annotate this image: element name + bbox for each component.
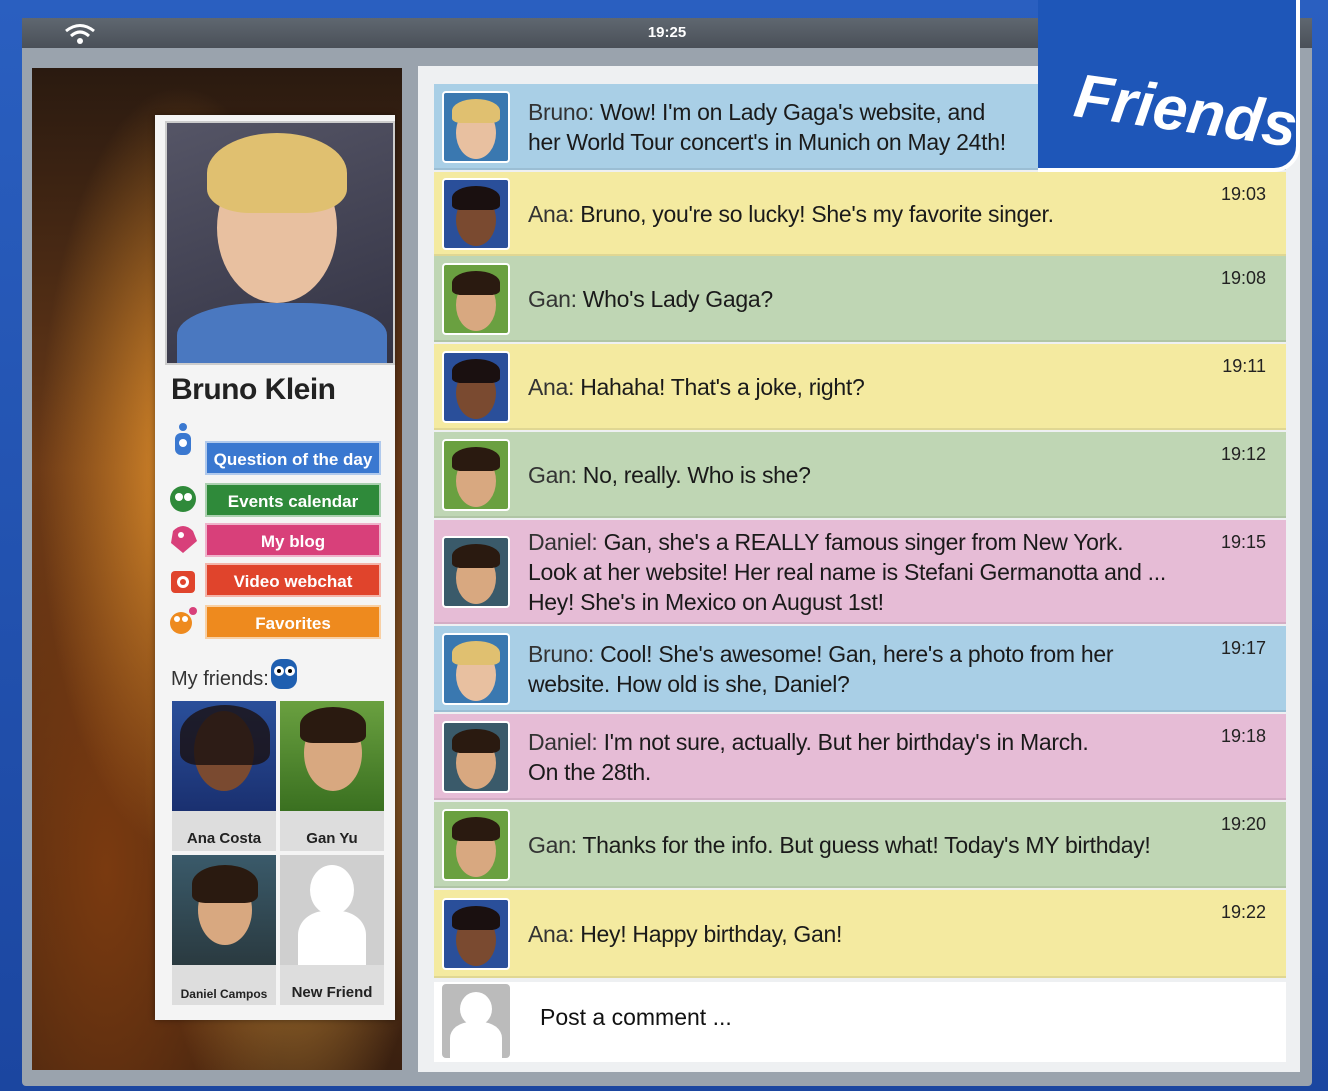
- message-author: Bruno:: [528, 641, 601, 667]
- chat-message: Daniel: I'm not sure, actually. But her …: [434, 714, 1286, 800]
- message-timestamp: 19:11: [1222, 356, 1266, 376]
- monster-green-icon: [170, 486, 196, 512]
- message-line: Hey! Happy birthday, Gan!: [580, 921, 843, 947]
- message-line: Who's Lady Gaga?: [582, 286, 773, 312]
- friends-label: My friends:: [171, 668, 269, 690]
- monster-orange-icon: [170, 607, 197, 634]
- message-line: Bruno, you're so lucky! She's my favorit…: [580, 201, 1054, 227]
- chat-message: Gan: Who's Lady Gaga? 19:08: [434, 256, 1286, 342]
- message-text: Ana: Hey! Happy birthday, Gan!: [528, 919, 842, 949]
- message-line: No, really. Who is she?: [582, 462, 811, 488]
- message-avatar[interactable]: [442, 263, 510, 335]
- message-avatar[interactable]: [442, 536, 510, 608]
- monster-friends-icon: [271, 659, 297, 689]
- placeholder-avatar-icon: [442, 984, 510, 1062]
- message-text: Bruno: Wow! I'm on Lady Gaga's website, …: [528, 97, 1006, 157]
- message-author: Ana:: [528, 921, 581, 947]
- message-text: Gan: Thanks for the info. But guess what…: [528, 830, 1151, 860]
- message-avatar[interactable]: [442, 721, 510, 793]
- message-line: website. How old is she, Daniel?: [528, 671, 850, 697]
- friend-name: Gan Yu: [306, 830, 358, 847]
- friend-name: Daniel Campos: [180, 987, 268, 1001]
- message-text: Gan: Who's Lady Gaga?: [528, 284, 773, 314]
- message-avatar[interactable]: [442, 178, 510, 250]
- message-line: Cool! She's awesome! Gan, here's a photo…: [600, 641, 1114, 667]
- chat-message: Gan: Thanks for the info. But guess what…: [434, 802, 1286, 888]
- message-author: Ana:: [528, 374, 581, 400]
- message-timestamp: 19:15: [1220, 532, 1266, 552]
- monster-blue-icon: [175, 423, 191, 455]
- placeholder-avatar-icon: [280, 855, 384, 965]
- message-text: Daniel: I'm not sure, actually. But her …: [528, 727, 1089, 787]
- message-line: On the 28th.: [528, 759, 651, 785]
- message-avatar[interactable]: [442, 633, 510, 705]
- message-timestamp: 19:08: [1220, 268, 1266, 288]
- profile-name: Bruno Klein: [171, 373, 336, 406]
- chat-message: Ana: Hahaha! That's a joke, right? 19:11: [434, 344, 1286, 430]
- message-author: Gan:: [528, 832, 583, 858]
- message-author: Daniel:: [528, 729, 604, 755]
- message-timestamp: 19:12: [1220, 444, 1266, 464]
- menu-my-blog[interactable]: My blog: [205, 523, 381, 557]
- menu-events-calendar[interactable]: Events calendar: [205, 483, 381, 517]
- menu-question-of-the-day[interactable]: Question of the day: [205, 441, 381, 475]
- friend-tile-gan[interactable]: Gan Yu: [280, 701, 384, 851]
- chat-message: Ana: Hey! Happy birthday, Gan! 19:22: [434, 890, 1286, 978]
- menu-video-webchat[interactable]: Video webchat: [205, 563, 381, 597]
- message-line: Look at her website! Her real name is St…: [528, 559, 1166, 585]
- message-timestamp: 19:20: [1220, 814, 1266, 834]
- message-text: Bruno: Cool! She's awesome! Gan, here's …: [528, 639, 1114, 699]
- message-line: I'm not sure, actually. But her birthday…: [603, 729, 1089, 755]
- friend-name: New Friend: [291, 984, 373, 1001]
- friend-tile-daniel[interactable]: Daniel Campos: [172, 855, 276, 1005]
- message-line: her World Tour concert's in Munich on Ma…: [528, 129, 1006, 155]
- message-avatar[interactable]: [442, 898, 510, 970]
- message-text: Gan: No, really. Who is she?: [528, 460, 811, 490]
- message-author: Daniel:: [528, 529, 604, 555]
- message-avatar[interactable]: [442, 351, 510, 423]
- message-text: Daniel: Gan, she's a REALLY famous singe…: [528, 527, 1166, 617]
- message-line: Wow! I'm on Lady Gaga's website, and: [600, 99, 985, 125]
- message-timestamp: 19:03: [1220, 184, 1266, 204]
- message-line: Gan, she's a REALLY famous singer from N…: [603, 529, 1124, 555]
- message-avatar[interactable]: [442, 809, 510, 881]
- message-line: Hahaha! That's a joke, right?: [580, 374, 865, 400]
- post-comment-input[interactable]: Post a comment ...: [540, 1004, 732, 1031]
- message-author: Ana:: [528, 201, 581, 227]
- message-timestamp: 19:17: [1220, 638, 1266, 658]
- message-line: Thanks for the info. But guess what! Tod…: [582, 832, 1151, 858]
- friends-logo: Friends: [1038, 0, 1302, 172]
- profile-photo: [165, 121, 395, 365]
- friend-photo: [172, 855, 276, 965]
- menu-favorites[interactable]: Favorites: [205, 605, 381, 639]
- monster-pink-icon: [171, 526, 197, 553]
- monster-red-icon: [171, 571, 195, 593]
- chat-message: Bruno: Cool! She's awesome! Gan, here's …: [434, 626, 1286, 712]
- chat-panel: Bruno: Wow! I'm on Lady Gaga's website, …: [418, 66, 1300, 1072]
- message-avatar[interactable]: [442, 439, 510, 511]
- message-author: Gan:: [528, 462, 583, 488]
- chat-message: Daniel: Gan, she's a REALLY famous singe…: [434, 520, 1286, 624]
- message-line: Hey! She's in Mexico on August 1st!: [528, 589, 884, 615]
- friend-photo: [172, 701, 276, 811]
- message-timestamp: 19:18: [1220, 726, 1266, 746]
- message-author: Gan:: [528, 286, 583, 312]
- chat-message: Gan: No, really. Who is she? 19:12: [434, 432, 1286, 518]
- friend-tile-new-friend[interactable]: New Friend: [280, 855, 384, 1005]
- friend-photo: [280, 701, 384, 811]
- post-comment-area[interactable]: Post a comment ...: [434, 982, 1286, 1062]
- message-text: Ana: Bruno, you're so lucky! She's my fa…: [528, 199, 1054, 229]
- chat-message: Ana: Bruno, you're so lucky! She's my fa…: [434, 172, 1286, 256]
- friend-name: Ana Costa: [186, 830, 262, 847]
- message-timestamp: 19:22: [1220, 902, 1266, 922]
- friend-tile-ana[interactable]: Ana Costa: [172, 701, 276, 851]
- message-author: Bruno:: [528, 99, 601, 125]
- profile-panel: Bruno Klein Question of the day Events c…: [155, 115, 395, 1020]
- message-avatar[interactable]: [442, 91, 510, 163]
- message-text: Ana: Hahaha! That's a joke, right?: [528, 372, 865, 402]
